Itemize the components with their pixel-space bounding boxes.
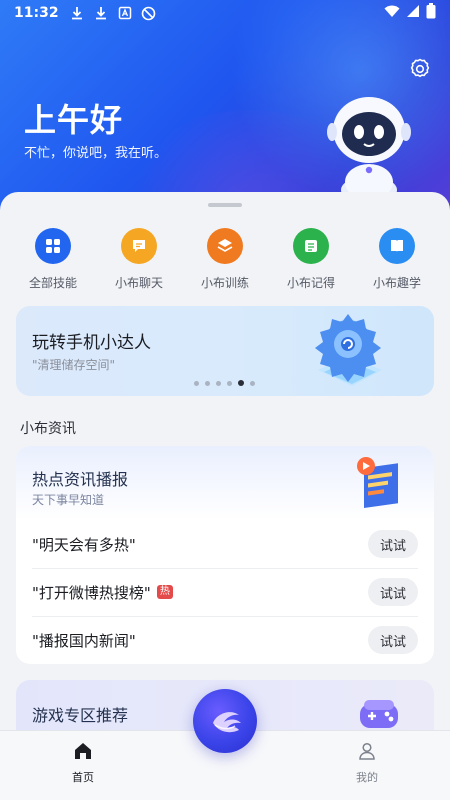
pager-dot xyxy=(216,380,221,386)
news-scroll-icon xyxy=(350,454,412,512)
news-card: 热点资讯播报 天下事早知道 "明天会有多热" 试试 "打开微博热搜榜" 热 试试… xyxy=(16,446,434,664)
drag-handle[interactable] xyxy=(208,203,242,207)
nav-mine[interactable]: 我的 xyxy=(334,731,400,800)
book-icon xyxy=(379,228,415,264)
skill-fun-learn[interactable]: 小布趣学 xyxy=(357,228,437,291)
voice-assistant-button[interactable] xyxy=(193,689,257,753)
no-disturb-icon xyxy=(141,5,157,21)
greeting-title: 上午好 xyxy=(24,101,124,139)
news-card-subtitle: 天下事早知道 xyxy=(32,493,105,507)
wifi-icon xyxy=(384,4,400,22)
game-section-title: 游戏专区推荐 xyxy=(32,706,129,725)
skill-training[interactable]: 小布训练 xyxy=(185,228,265,291)
try-button[interactable]: 试试 xyxy=(368,626,418,654)
skill-remember[interactable]: 小布记得 xyxy=(271,228,351,291)
news-item-text: "明天会有多热" xyxy=(32,535,136,554)
try-button[interactable]: 试试 xyxy=(368,578,418,606)
settings-gear-icon[interactable] xyxy=(408,57,432,81)
pager-dot xyxy=(250,380,255,386)
profile-icon xyxy=(357,741,377,765)
banner-subtitle: "清理储存空间" xyxy=(32,358,116,372)
list-icon xyxy=(293,228,329,264)
news-card-title: 热点资讯播报 xyxy=(32,470,129,489)
pager-dot xyxy=(205,380,210,386)
skill-label: 小布训练 xyxy=(200,276,249,290)
app-notification-icon xyxy=(117,5,133,21)
nav-mine-label: 我的 xyxy=(356,771,378,784)
pager-dot xyxy=(227,380,232,386)
greeting-subtitle: 不忙，你说吧，我在听。 xyxy=(24,146,168,161)
assistant-orb-icon xyxy=(213,712,241,733)
banner-title: 玩转手机小达人 xyxy=(32,333,151,353)
banner-pager xyxy=(194,380,255,386)
status-time: 11:32 xyxy=(14,5,59,21)
grid-icon xyxy=(35,228,71,264)
news-section-title: 小布资讯 xyxy=(20,421,76,437)
skill-label: 小布趣学 xyxy=(372,276,421,290)
cleanup-gear-illustration-icon xyxy=(304,310,394,394)
status-bar: 11:32 xyxy=(0,0,450,26)
skill-label: 小布记得 xyxy=(286,276,335,290)
news-item: "打开微博热搜榜" 热 试试 xyxy=(32,568,418,616)
news-item-text: "打开微博热搜榜" xyxy=(32,583,151,602)
assistant-robot-mascot xyxy=(324,92,414,204)
news-item: "明天会有多热" 试试 xyxy=(32,520,418,568)
skill-label: 全部技能 xyxy=(28,276,77,290)
layers-icon xyxy=(207,228,243,264)
news-item: "播报国内新闻" 试试 xyxy=(32,616,418,664)
download-icon xyxy=(93,5,109,21)
battery-icon xyxy=(426,3,436,23)
skill-all-skills[interactable]: 全部技能 xyxy=(13,228,93,291)
promo-banner[interactable]: 玩转手机小达人 "清理储存空间" xyxy=(16,306,434,396)
try-button[interactable]: 试试 xyxy=(368,530,418,558)
news-item-text: "播报国内新闻" xyxy=(32,631,136,650)
skill-chat[interactable]: 小布聊天 xyxy=(99,228,179,291)
pager-dot xyxy=(238,380,244,386)
hot-badge: 热 xyxy=(156,585,173,599)
download-icon xyxy=(69,5,85,21)
home-icon xyxy=(73,741,93,765)
pager-dot xyxy=(194,380,199,386)
signal-icon xyxy=(406,4,420,22)
nav-home[interactable]: 首页 xyxy=(50,731,116,800)
nav-home-label: 首页 xyxy=(72,771,94,784)
chat-icon xyxy=(121,228,157,264)
skill-label: 小布聊天 xyxy=(114,276,163,290)
skill-shortcuts: 全部技能 小布聊天 小布训练 小布记得 小布趣学 xyxy=(0,228,450,291)
